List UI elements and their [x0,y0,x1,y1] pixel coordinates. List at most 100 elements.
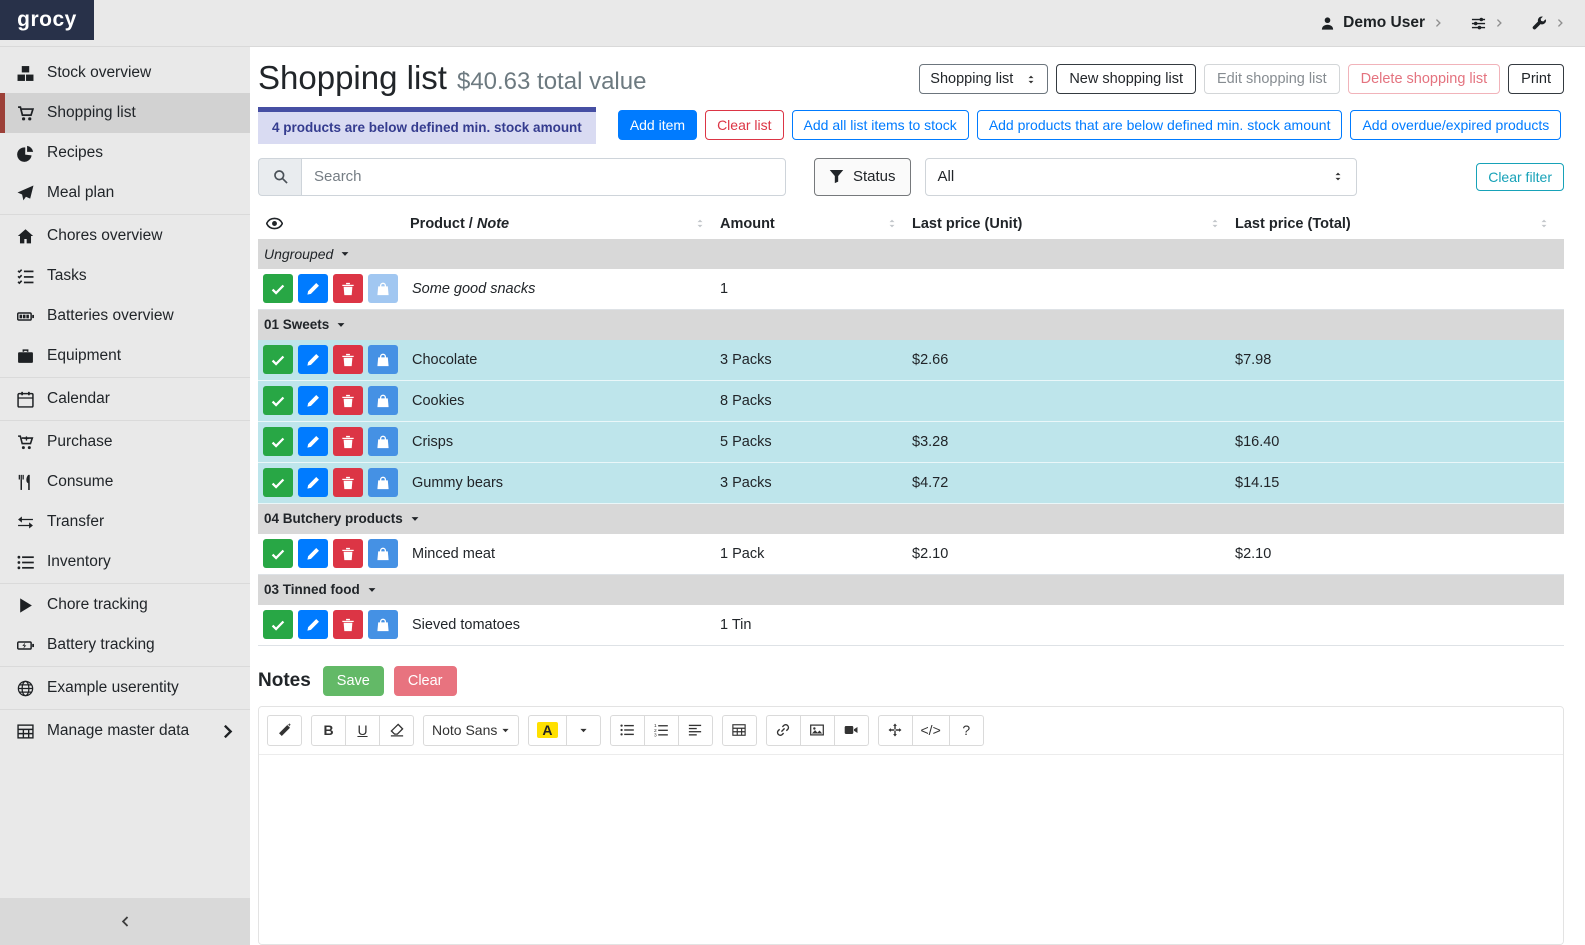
add-all-list-items-to-stock-button[interactable]: Add all list items to stock [792,110,969,140]
user-menu[interactable]: Demo User [1320,14,1443,32]
group-header-ungrouped[interactable]: Ungrouped [258,239,1564,269]
sidebar-item-purchase[interactable]: Purchase [0,422,250,462]
row-done-button[interactable] [263,274,293,303]
amount-cell: 1 Pack [720,546,912,562]
add-item-button[interactable]: Add item [618,110,697,140]
picture-icon [810,723,824,737]
insert-table-button[interactable] [722,715,757,746]
sidebar-item-battery-tracking[interactable]: Battery tracking [0,625,250,665]
row-delete-button[interactable] [333,345,363,374]
row-edit-button[interactable] [298,386,328,415]
row-product-button[interactable] [368,345,398,374]
admin-menu[interactable] [1532,16,1565,31]
column-header-product[interactable]: Product / Note [410,216,720,232]
print-button[interactable]: Print [1508,64,1564,94]
row-delete-button[interactable] [333,539,363,568]
add-products-that-are-below-defined-min-stock-amount-button[interactable]: Add products that are below defined min.… [977,110,1343,140]
group-header-01-sweets[interactable]: 01 Sweets [258,310,1564,340]
row-delete-button[interactable] [333,427,363,456]
row-product-button[interactable] [368,427,398,456]
code-view-button[interactable]: </> [912,715,950,746]
sidebar-collapse-button[interactable] [0,898,250,945]
ordered-list-button[interactable]: 123 [644,715,679,746]
row-edit-button[interactable] [298,468,328,497]
sidebar-item-example-userentity[interactable]: Example userentity [0,668,250,708]
sidebar-item-tasks[interactable]: Tasks [0,256,250,296]
row-done-button[interactable] [263,386,293,415]
row-delete-button[interactable] [333,274,363,303]
row-done-button[interactable] [263,468,293,497]
insert-video-button[interactable] [834,715,869,746]
sidebar-item-stock-overview[interactable]: Stock overview [0,53,250,93]
group-header-04-butchery-products[interactable]: 04 Butchery products [258,504,1564,534]
paragraph-style-button[interactable] [678,715,713,746]
row-product-button[interactable] [368,539,398,568]
sidebar-item-chore-tracking[interactable]: Chore tracking [0,585,250,625]
sidebar-item-shopping-list[interactable]: Shopping list [0,93,250,133]
insert-link-button[interactable] [766,715,801,746]
row-edit-button[interactable] [298,345,328,374]
fullscreen-button[interactable] [878,715,913,746]
shopping-list-select[interactable]: Shopping list [919,64,1048,94]
sidebar-item-chores-overview[interactable]: Chores overview [0,216,250,256]
sidebar-item-inventory[interactable]: Inventory [0,542,250,582]
row-edit-button[interactable] [298,610,328,639]
sidebar-item-calendar[interactable]: Calendar [0,379,250,419]
row-edit-button[interactable] [298,539,328,568]
row-product-button[interactable] [368,274,398,303]
settings-menu[interactable] [1471,16,1504,31]
help-button[interactable]: ? [949,715,984,746]
app-logo[interactable]: grocy [0,0,94,40]
row-edit-button[interactable] [298,274,328,303]
sidebar-item-consume[interactable]: Consume [0,462,250,502]
row-product-button[interactable] [368,386,398,415]
color-picker-button[interactable] [566,715,601,746]
add-overdue-expired-products-button[interactable]: Add overdue/expired products [1350,110,1561,140]
column-header-amount[interactable]: Amount [720,216,912,232]
editor-content[interactable] [259,755,1563,944]
row-edit-button[interactable] [298,427,328,456]
search-input[interactable] [301,158,786,196]
column-header-last-price-unit[interactable]: Last price (Unit) [912,216,1235,232]
notes-clear-button[interactable]: Clear [394,666,457,696]
row-done-button[interactable] [263,610,293,639]
sidebar: Stock overviewShopping listRecipesMeal p… [0,47,250,945]
row-done-button[interactable] [263,345,293,374]
sidebar-item-meal-plan[interactable]: Meal plan [0,173,250,213]
underline-button[interactable]: U [345,715,380,746]
row-done-button[interactable] [263,427,293,456]
clear-list-button[interactable]: Clear list [705,110,783,140]
edit-shopping-list-button[interactable]: Edit shopping list [1204,64,1340,94]
unordered-list-button[interactable] [610,715,645,746]
sidebar-item-batteries-overview[interactable]: Batteries overview [0,296,250,336]
sidebar-item-transfer[interactable]: Transfer [0,502,250,542]
style-button[interactable] [267,715,302,746]
min-stock-notice[interactable]: 4 products are below defined min. stock … [258,107,596,144]
text-color-button[interactable]: A [528,715,566,746]
amount-header-label: Amount [720,216,775,232]
clear-formatting-button[interactable] [379,715,414,746]
insert-picture-button[interactable] [800,715,835,746]
new-shopping-list-button[interactable]: New shopping list [1056,64,1196,94]
sidebar-item-equipment[interactable]: Equipment [0,336,250,376]
bold-button[interactable]: B [311,715,346,746]
sidebar-item-manage-master-data[interactable]: Manage master data [0,711,250,751]
clear-filter-button[interactable]: Clear filter [1476,163,1564,191]
row-product-button[interactable] [368,468,398,497]
play-icon [15,597,36,614]
row-done-button[interactable] [263,539,293,568]
column-header-last-price-total[interactable]: Last price (Total) [1235,216,1564,232]
row-delete-button[interactable] [333,468,363,497]
notes-save-button[interactable]: Save [323,666,384,696]
row-delete-button[interactable] [333,386,363,415]
header-buttons: Shopping list New shopping list Edit sho… [919,59,1564,94]
status-select[interactable]: All [925,158,1357,196]
row-product-button[interactable] [368,610,398,639]
status-filter-button[interactable]: Status [814,158,911,196]
row-delete-button[interactable] [333,610,363,639]
font-family-button[interactable]: Noto Sans [423,715,519,746]
toggle-done-items-header[interactable] [258,215,410,232]
group-header-03-tinned-food[interactable]: 03 Tinned food [258,575,1564,605]
sidebar-item-recipes[interactable]: Recipes [0,133,250,173]
delete-shopping-list-button[interactable]: Delete shopping list [1348,64,1501,94]
